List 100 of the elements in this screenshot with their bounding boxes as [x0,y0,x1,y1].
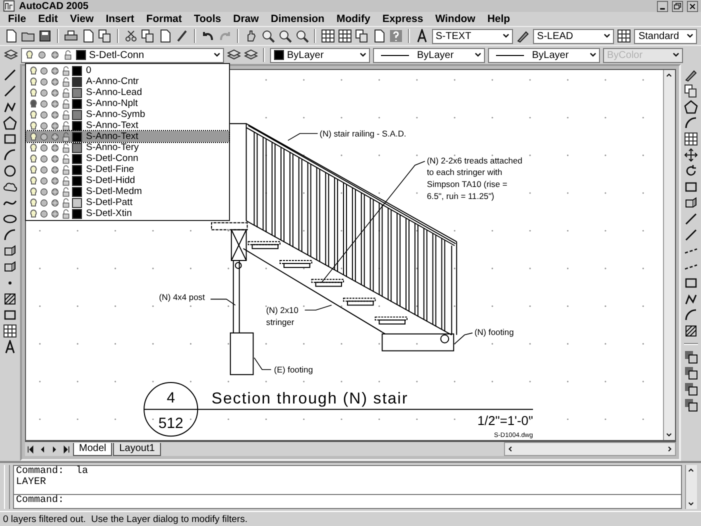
layer-item[interactable]: S-Detl-Medm [26,186,229,197]
command-prompt[interactable]: Command: [14,495,681,508]
lock-icon[interactable] [61,176,71,186]
menu-item[interactable]: File [2,13,32,25]
arc-icon[interactable] [3,148,17,162]
rectangle-icon[interactable] [3,132,17,146]
lock-icon[interactable] [61,164,71,174]
lock-icon[interactable] [61,154,71,164]
menu-item[interactable]: Format [140,13,188,25]
block-icon[interactable] [3,244,17,258]
lock-icon[interactable] [61,198,71,208]
rotate-icon[interactable] [684,164,698,178]
circle-icon[interactable] [3,164,17,178]
text-style-icon[interactable] [414,29,429,43]
lock-icon[interactable] [61,88,71,98]
cloud-icon[interactable] [3,180,17,194]
zoom-previous-icon[interactable] [294,29,309,43]
menu-item[interactable]: Draw [227,13,265,25]
line-icon[interactable] [3,68,17,82]
copy-icon[interactable] [684,84,698,98]
save-icon[interactable] [38,29,52,43]
polygon-icon[interactable] [3,116,17,130]
draw-order-icon[interactable] [684,382,698,396]
draw-order-icon[interactable] [684,398,698,412]
color-dropdown[interactable]: ByLayer [270,48,370,62]
layer-item[interactable]: S-Detl-Fine [26,164,229,175]
menu-item[interactable]: Tools [188,13,228,25]
last-tab-icon[interactable] [61,444,72,454]
move-icon[interactable] [684,148,698,162]
new-file-icon[interactable] [4,29,18,43]
layer-dropdown[interactable]: S-Detl-Conn [21,48,224,62]
draw-order-icon[interactable] [684,350,698,364]
layer-item[interactable]: A-Anno-Cntr [26,76,229,87]
menu-item[interactable]: Insert [100,13,140,25]
lock-icon[interactable] [61,186,71,196]
annotation-text: (N) stair railing - S.A.D. [320,128,406,138]
lineweight-dropdown[interactable]: ByLayer [488,48,600,62]
undo-icon[interactable] [200,29,215,43]
menu-item[interactable]: View [64,13,100,25]
lock-icon[interactable] [61,98,71,108]
menu-item[interactable]: Express [376,13,430,25]
layer-item[interactable]: S-Anno-Nplt [26,98,229,109]
layout-tab[interactable]: Model [73,442,112,456]
layer-item[interactable]: S-Anno-Lead [26,87,229,98]
zoom-window-icon[interactable] [278,29,292,43]
table-style-icon[interactable] [617,29,632,43]
restore-icon[interactable] [672,0,683,12]
menu-item[interactable]: Edit [32,13,64,25]
dimension-style-dropdown[interactable]: S-LEAD [533,28,614,44]
layer-item[interactable]: S-Anno-Text [26,120,229,131]
menu-item[interactable]: Modify [330,13,376,25]
command-window[interactable]: Command: la LAYER Command: [13,465,682,509]
command-scrollbar[interactable] [685,465,697,509]
layer-item[interactable]: S-Detl-Xtin [26,208,229,219]
lock-icon[interactable] [61,110,71,120]
menu-item[interactable]: Dimension [264,13,330,25]
lightbulb-icon[interactable] [29,120,38,130]
layer-item[interactable]: 0 [26,65,229,76]
layer-item[interactable]: S-Detl-Hidd [26,175,229,186]
layer-item[interactable]: S-Anno-Tery [26,142,229,153]
layer-item[interactable]: S-Detl-Conn [26,153,229,164]
line-icon[interactable] [3,84,17,98]
first-tab-icon[interactable] [25,444,36,454]
lock-icon[interactable] [63,50,73,60]
layer-item[interactable]: S-Detl-Patt [26,197,229,208]
cut-icon[interactable] [124,29,138,43]
draw-order-icon[interactable] [684,366,698,380]
layout-tab[interactable]: Layout1 [113,442,161,456]
polyline-icon[interactable] [3,100,17,114]
lightbulb-icon[interactable] [29,98,38,108]
lock-icon[interactable] [61,208,71,218]
make-current-icon[interactable] [227,48,241,62]
table-style-dropdown[interactable]: Standard [634,28,697,44]
hatch-icon[interactable] [3,292,17,306]
close-icon[interactable] [687,0,698,12]
zoom-icon[interactable] [260,29,275,43]
text-style-dropdown[interactable]: S-TEXT [432,28,514,44]
layer-item[interactable]: S-Anno-Symb [26,109,229,120]
layer-previous-icon[interactable] [244,48,258,62]
ellipse-arc-icon[interactable] [3,228,17,242]
menu-item[interactable]: Help [481,13,516,25]
block-icon[interactable] [3,260,17,274]
lock-icon[interactable] [61,142,71,152]
dimension-style-icon[interactable] [516,29,530,43]
status-text: 0 layers filtered out. Use the Layer dialog to modify filters. [3,514,248,524]
print-icon[interactable] [64,29,78,43]
lock-icon[interactable] [61,76,71,86]
lock-icon[interactable] [61,66,71,76]
lightbulb-icon[interactable] [29,142,38,152]
ellipse-icon[interactable] [3,212,17,226]
vertical-scrollbar[interactable] [663,70,675,440]
layers-icon[interactable] [4,48,18,62]
copy-icon[interactable] [140,29,155,43]
text-icon[interactable] [3,340,17,354]
horizontal-scrollbar[interactable] [504,442,676,456]
menu-item[interactable]: Window [429,13,482,25]
table-icon[interactable] [3,324,17,338]
minimize-icon[interactable] [657,0,668,12]
linetype-dropdown[interactable]: ByLayer [373,48,485,62]
lock-icon[interactable] [61,120,71,130]
